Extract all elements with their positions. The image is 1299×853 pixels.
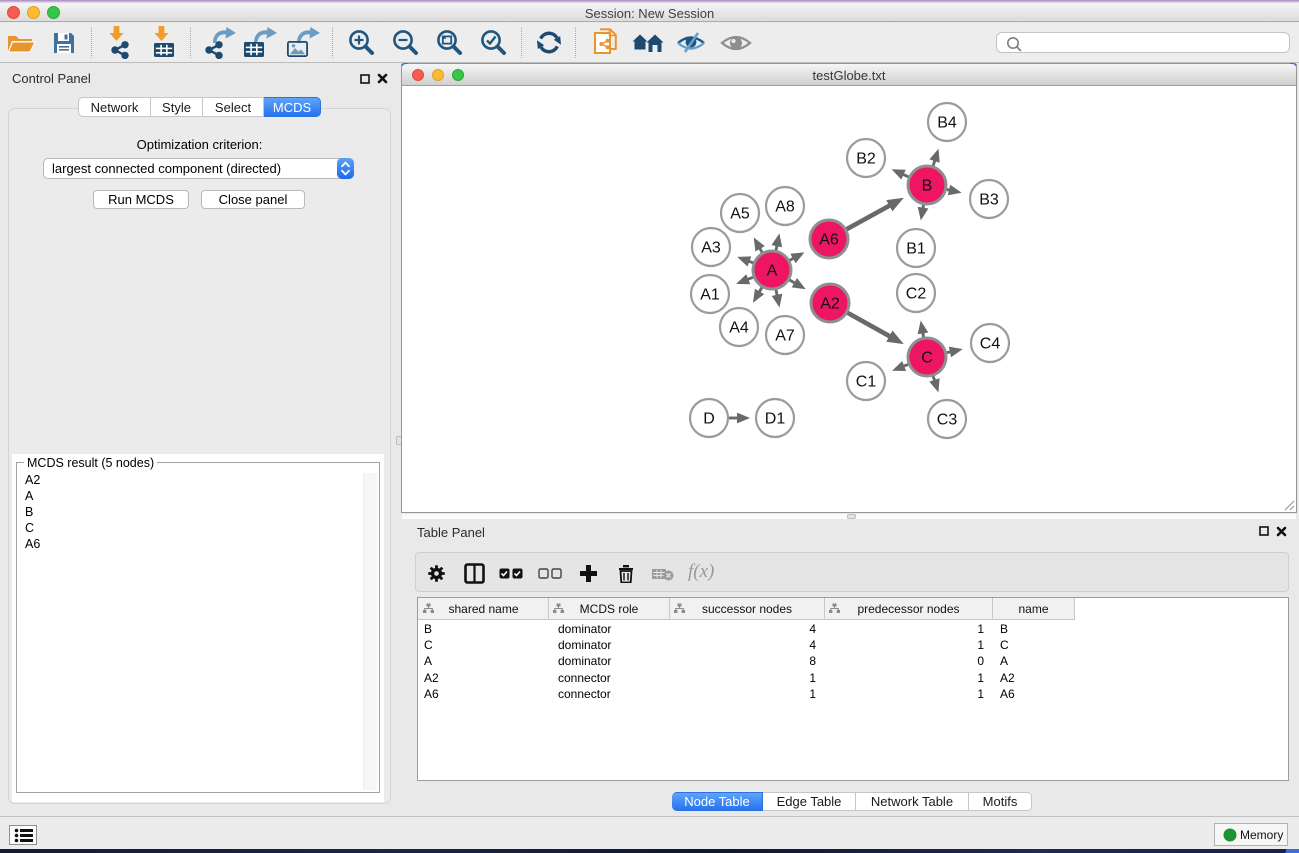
svg-text:D1: D1: [765, 411, 786, 428]
svg-text:A2: A2: [820, 296, 840, 313]
svg-text:B4: B4: [937, 115, 957, 132]
svg-text:A7: A7: [775, 328, 795, 345]
svg-text:A4: A4: [729, 320, 749, 337]
svg-text:B2: B2: [856, 151, 876, 168]
svg-text:A1: A1: [700, 287, 720, 304]
svg-text:B3: B3: [979, 192, 999, 209]
svg-text:C: C: [921, 350, 933, 367]
svg-text:A5: A5: [730, 206, 750, 223]
svg-text:A: A: [767, 263, 778, 280]
svg-text:A3: A3: [701, 240, 721, 257]
svg-text:B1: B1: [906, 241, 926, 258]
svg-text:B: B: [922, 178, 933, 195]
svg-text:C3: C3: [937, 412, 958, 429]
svg-text:A6: A6: [819, 232, 839, 249]
svg-text:C2: C2: [906, 286, 927, 303]
svg-text:D: D: [703, 411, 715, 428]
svg-text:C1: C1: [856, 374, 877, 391]
svg-text:A8: A8: [775, 199, 795, 216]
svg-text:C4: C4: [980, 336, 1001, 353]
